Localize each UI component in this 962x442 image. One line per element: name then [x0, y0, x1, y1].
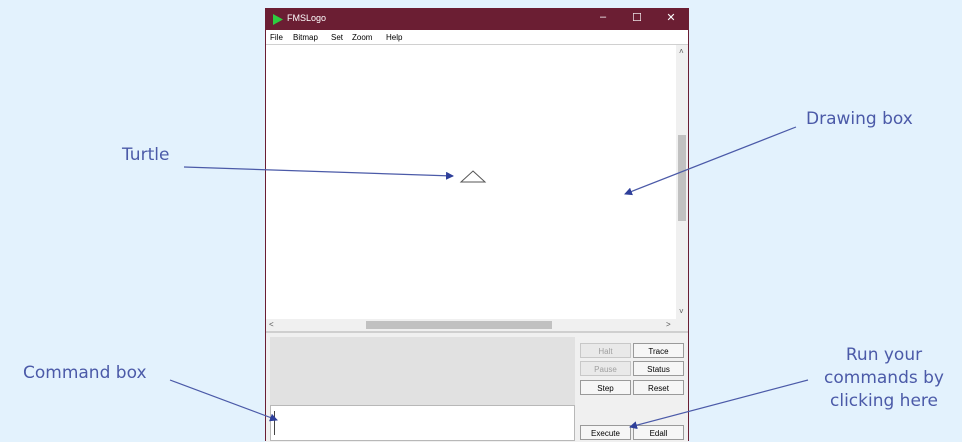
arrow-command-box	[169, 379, 278, 422]
arrow-drawing-box	[624, 126, 797, 196]
annotation-arrows	[169, 126, 809, 430]
arrow-turtle	[183, 166, 454, 180]
arrow-execute	[629, 379, 809, 430]
